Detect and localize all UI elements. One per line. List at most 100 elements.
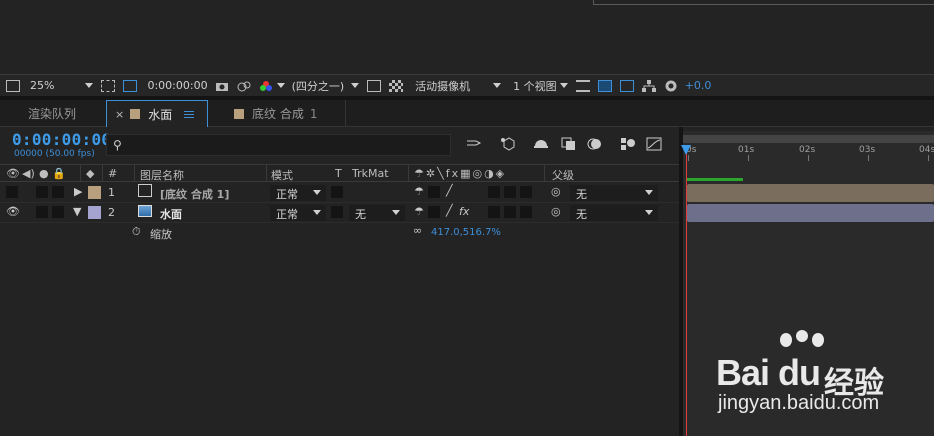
tab-label: 底纹 合成 — [252, 107, 304, 121]
timeline-icon[interactable] — [619, 79, 634, 92]
resolution-select[interactable]: (四分之一) — [292, 78, 345, 94]
zoom-level[interactable]: 25% — [30, 79, 54, 92]
panel-divider[interactable] — [679, 127, 683, 436]
cti-head-icon[interactable] — [681, 145, 691, 155]
solo-toggle[interactable] — [36, 186, 48, 198]
layer-search-input[interactable]: ⚲ — [106, 134, 451, 156]
view-layout-dropdown-icon[interactable] — [559, 83, 568, 88]
close-icon[interactable]: × — [115, 108, 124, 121]
track-matte-toggle[interactable] — [331, 186, 343, 198]
column-trkmat[interactable]: TrkMat — [352, 167, 389, 180]
current-time-indicator[interactable] — [686, 147, 687, 436]
exposure-value[interactable]: +0.0 — [685, 79, 712, 92]
color-channel-icon[interactable] — [259, 80, 273, 92]
region-of-interest-icon[interactable] — [367, 79, 382, 92]
stopwatch-icon[interactable]: ⏱ — [132, 225, 141, 239]
label-tag-icon[interactable]: ◆ — [86, 167, 94, 180]
lock-toggle[interactable] — [52, 186, 64, 198]
magnification-icon[interactable] — [6, 79, 20, 92]
frame-blending-icon[interactable] — [561, 137, 577, 151]
video-eye-icon[interactable]: 👁 — [6, 167, 20, 180]
fast-preview-icon[interactable] — [597, 79, 612, 92]
pixel-aspect-icon[interactable] — [575, 79, 590, 92]
camera-select[interactable]: 活动摄像机 — [415, 78, 470, 94]
column-mode[interactable]: 模式 — [271, 167, 293, 183]
label-color-swatch[interactable] — [88, 206, 101, 219]
safe-area-icon[interactable] — [101, 79, 116, 92]
lock-icon[interactable]: 🔒 — [52, 167, 66, 180]
constrain-proportions-icon[interactable]: ∞ — [413, 224, 422, 237]
motion-blur-switch[interactable] — [504, 186, 516, 198]
blend-mode-select[interactable]: 正常 — [270, 205, 326, 221]
view-layout-select[interactable]: 1 个视图 — [513, 78, 557, 94]
pickwhip-icon[interactable]: ◎ — [551, 205, 561, 218]
fx-switch-icon[interactable]: fx — [459, 205, 469, 218]
motion-blur-icon[interactable] — [587, 137, 603, 151]
label-color-swatch[interactable] — [88, 186, 101, 199]
parent-select[interactable]: 无 — [570, 205, 658, 221]
layer-name[interactable]: [底纹 合成 1] — [160, 186, 229, 202]
column-layer-name[interactable]: 图层名称 — [140, 167, 184, 183]
brainstorm-icon[interactable] — [620, 137, 636, 151]
solo-icon[interactable]: ● — [39, 167, 49, 180]
resolution-dropdown-icon[interactable] — [351, 83, 360, 88]
motion-blur-switch[interactable] — [504, 206, 516, 218]
layer-name[interactable]: 水面 — [160, 206, 182, 222]
draft-3d-icon[interactable] — [500, 137, 516, 151]
shy-switch-icon[interactable]: ☂ — [414, 205, 424, 218]
panel-menu-icon[interactable] — [184, 110, 195, 118]
blend-mode-select[interactable]: 正常 — [270, 185, 326, 201]
transparency-grid-icon[interactable] — [389, 79, 404, 92]
channel-dropdown-icon[interactable] — [276, 83, 285, 88]
composition-viewer[interactable] — [0, 0, 934, 74]
layer-duration-bar[interactable] — [687, 204, 934, 222]
work-area-band[interactable] — [683, 135, 934, 143]
quality-switch-icon[interactable]: ╱ — [446, 204, 453, 217]
collapse-switch[interactable] — [428, 206, 440, 218]
graph-editor-icon[interactable] — [646, 137, 662, 151]
switches-icons[interactable]: ☂✲╲fx▦◎◑◈ — [414, 167, 506, 180]
eye-icon[interactable]: 👁 — [6, 205, 20, 218]
track-matte-select[interactable]: 无 — [349, 205, 405, 221]
zoom-dropdown-icon[interactable] — [85, 83, 94, 88]
shy-layers-icon[interactable] — [533, 137, 549, 151]
effect-switch[interactable] — [488, 206, 500, 218]
viewer-timecode[interactable]: 0:00:00:00 — [147, 79, 207, 92]
column-parent[interactable]: 父级 — [552, 167, 574, 183]
video-toggle[interactable] — [6, 186, 18, 198]
layer-duration-bar[interactable] — [687, 184, 934, 202]
mask-visibility-icon[interactable] — [123, 79, 138, 92]
layer-row[interactable]: 👁 ▼ 2 水面 正常 无 ☂ ╱ fx ◎ 无 — [0, 203, 683, 223]
tab-texture-comp[interactable]: 底纹 合成 1 — [222, 100, 346, 127]
reset-exposure-icon[interactable] — [664, 80, 678, 92]
tab-water-surface[interactable]: × 水面 — [106, 100, 208, 127]
current-time-display[interactable]: 0:00:00:00 — [12, 130, 111, 149]
shy-switch-icon[interactable]: ☂ — [414, 185, 424, 198]
expand-arrow-icon[interactable]: ▶ — [74, 185, 82, 198]
property-value[interactable]: 417.0,516.7% — [431, 227, 501, 238]
parent-select[interactable]: 无 — [570, 185, 658, 201]
adjustment-switch[interactable] — [520, 186, 532, 198]
viewer-toolbar: 25% 0:00:00:00 (四分之一) 活动摄像机 1 个视图 +0.0 — [0, 74, 934, 96]
comp-mini-flowchart-icon[interactable] — [466, 137, 482, 151]
time-ruler[interactable]: 0s 01s 02s 03s 04s — [683, 131, 934, 161]
property-row-scale[interactable]: ⏱ 缩放 ∞ 417.0,516.7% — [0, 223, 683, 243]
show-snapshot-icon[interactable] — [237, 80, 251, 92]
collapse-arrow-icon[interactable]: ▼ — [73, 205, 81, 218]
adjustment-switch[interactable] — [520, 206, 532, 218]
effect-switch[interactable] — [488, 186, 500, 198]
audio-icon[interactable]: ◀) — [22, 167, 35, 180]
preserve-transparency-toggle[interactable] — [331, 206, 343, 218]
pickwhip-icon[interactable]: ◎ — [551, 185, 561, 198]
tab-label: 水面 — [148, 107, 173, 122]
layer-row[interactable]: ▶ 1 [底纹 合成 1] 正常 ☂ ╱ ◎ 无 — [0, 183, 683, 203]
lock-toggle[interactable] — [52, 206, 64, 218]
flowchart-icon[interactable] — [641, 79, 656, 92]
column-number: # — [108, 167, 118, 180]
camera-dropdown-icon[interactable] — [493, 83, 502, 88]
solo-toggle[interactable] — [36, 206, 48, 218]
collapse-switch[interactable] — [428, 186, 440, 198]
snapshot-icon[interactable] — [215, 80, 229, 92]
quality-switch-icon[interactable]: ╱ — [446, 184, 453, 197]
tab-render-queue[interactable]: 渲染队列 — [18, 100, 106, 127]
